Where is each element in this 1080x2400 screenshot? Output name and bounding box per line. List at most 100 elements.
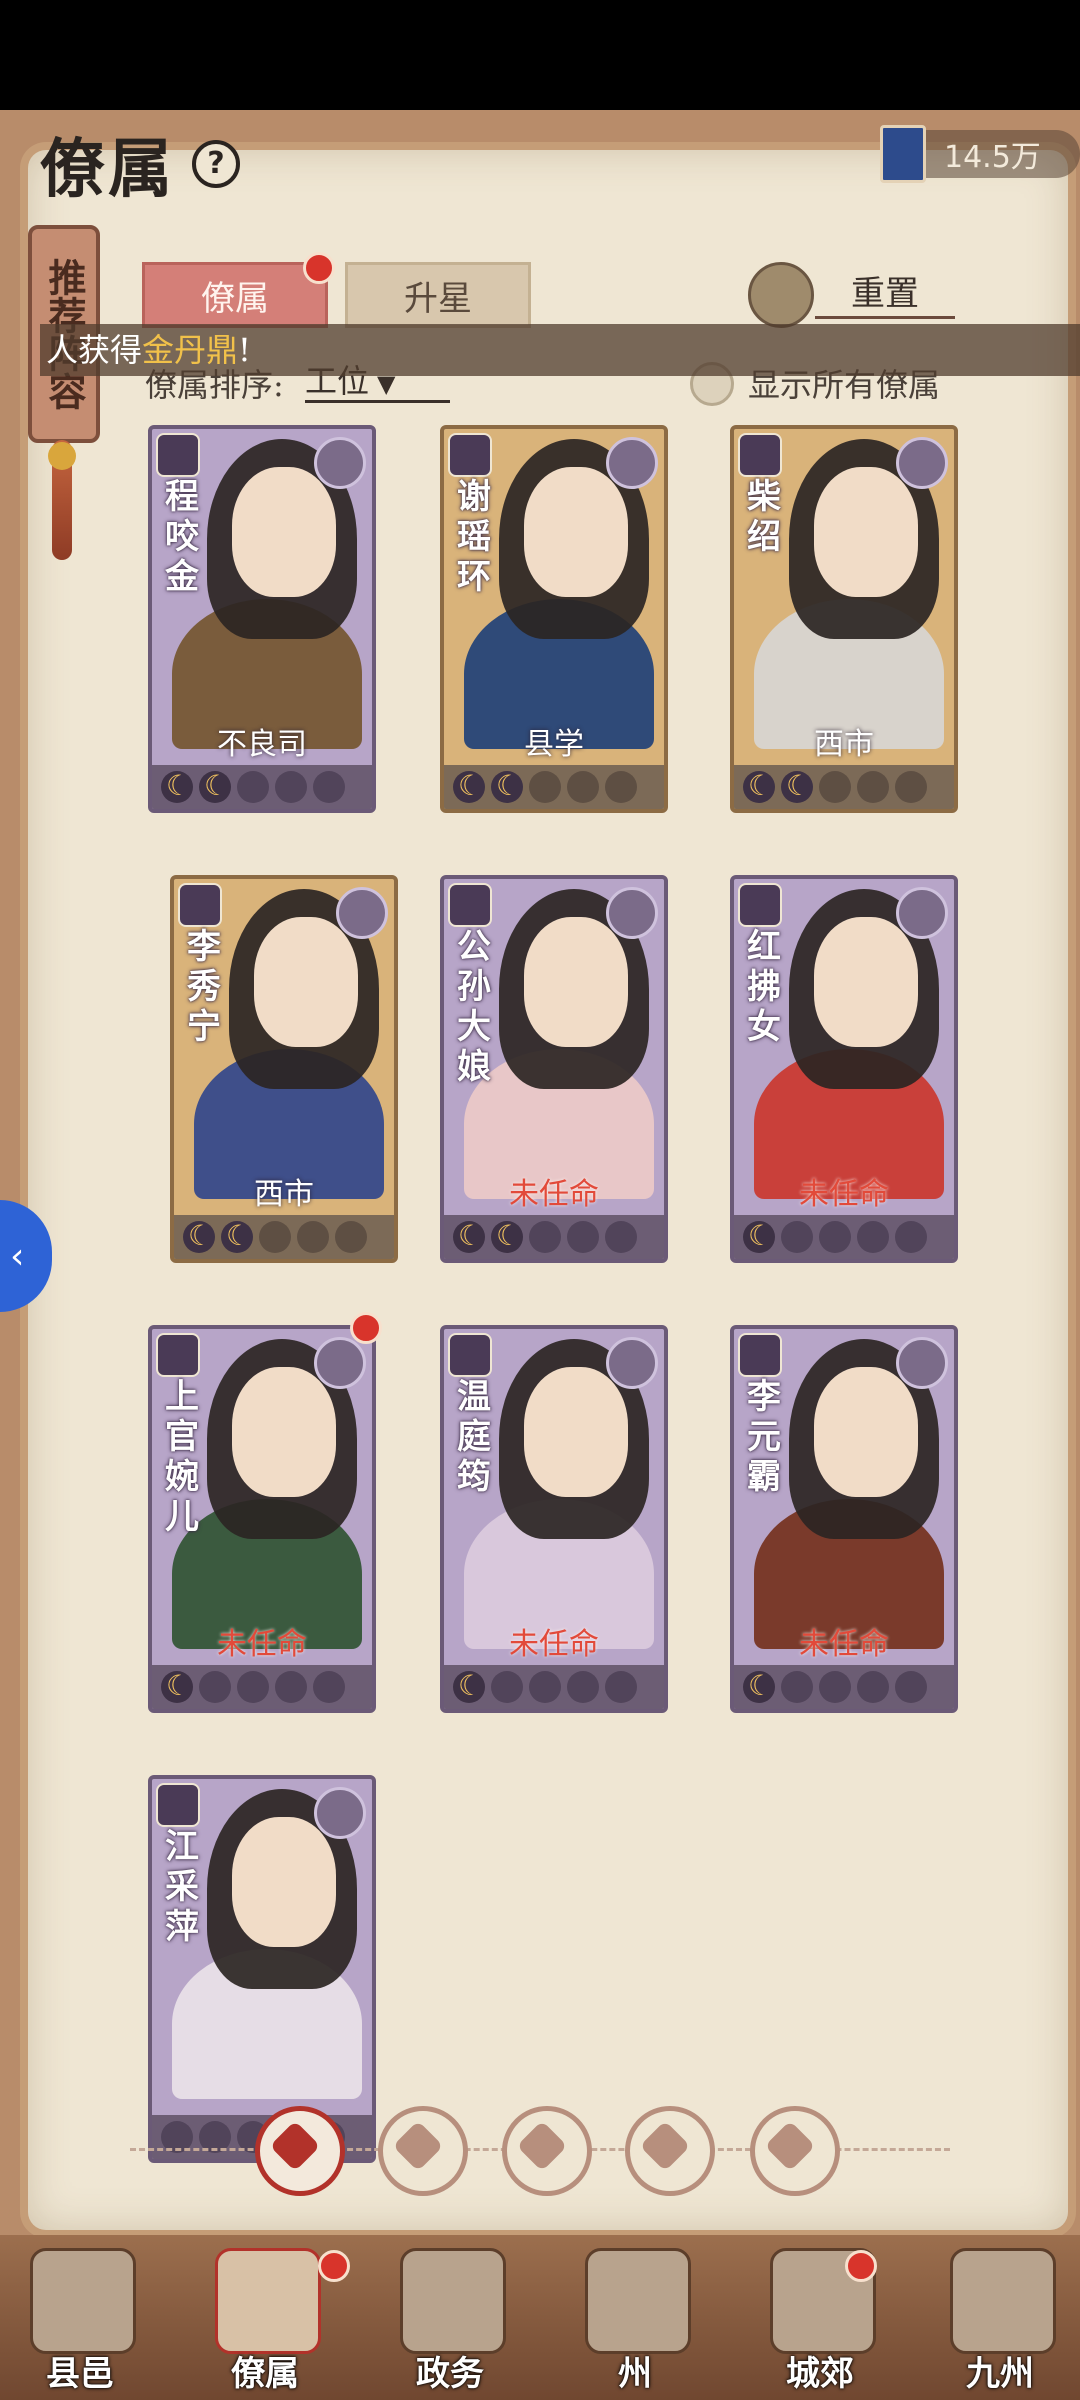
moon-star-empty-icon	[237, 771, 269, 803]
tab-subordinates[interactable]: 僚属	[142, 262, 328, 328]
character-name: 公孙大娘	[457, 927, 491, 1087]
portrait-face	[524, 917, 628, 1047]
notification-dot	[350, 1312, 382, 1344]
subordinate-card[interactable]: 谢瑶环 县学	[440, 425, 668, 813]
portrait-face	[232, 1817, 336, 1947]
role-emblem-icon	[336, 887, 388, 939]
subordinate-card[interactable]: 温庭筠 未任命	[440, 1325, 668, 1713]
assignment-status: 未任命	[799, 1177, 889, 1212]
moon-star-empty-icon	[567, 1221, 599, 1253]
subordinate-card[interactable]: 公孙大娘 未任命	[440, 875, 668, 1263]
star-rating	[734, 1665, 954, 1709]
star-rating	[444, 765, 664, 809]
moon-star-empty-icon	[567, 771, 599, 803]
diamond-icon	[269, 2120, 321, 2172]
nav-county[interactable]: 县邑	[5, 2248, 155, 2398]
filter-helmet-button[interactable]	[378, 2106, 468, 2196]
moon-star-filled-icon	[743, 1219, 775, 1253]
portrait-face	[232, 467, 336, 597]
notice-prefix: 人获得	[46, 331, 143, 369]
filter-gourd-button[interactable]	[502, 2106, 592, 2196]
moon-star-empty-icon	[199, 1671, 231, 1703]
broadcast-notice: 人获得金丹鼎!	[40, 324, 1080, 376]
character-name: 柴绍	[747, 477, 781, 557]
documents-icon	[400, 2248, 506, 2354]
nav-affairs[interactable]: 政务	[375, 2248, 525, 2398]
currency-amount: 14.5万	[944, 140, 1041, 175]
reset-icon[interactable]	[748, 262, 814, 328]
nav-nine-provinces[interactable]: 九州	[925, 2248, 1075, 2398]
moon-star-empty-icon	[529, 1671, 561, 1703]
subordinate-card[interactable]: 柴绍 西市	[730, 425, 958, 813]
role-emblem-icon	[314, 1787, 366, 1839]
moon-star-empty-icon	[529, 771, 561, 803]
notification-dot	[845, 2250, 877, 2282]
cloud-icon	[764, 2120, 816, 2172]
nav-county-label: 县邑	[46, 2354, 114, 2394]
subordinate-card[interactable]: 程咬金 不良司	[148, 425, 376, 813]
moon-star-filled-icon	[221, 1219, 253, 1253]
subordinate-card[interactable]: 红拂女 未任命	[730, 875, 958, 1263]
portrait-face	[254, 917, 358, 1047]
status-bar-area	[0, 0, 1080, 110]
moon-star-empty-icon	[895, 1671, 927, 1703]
subordinate-card[interactable]: 李秀宁 西市	[170, 875, 398, 1263]
moon-star-filled-icon	[743, 1669, 775, 1703]
star-rating	[444, 1215, 664, 1259]
county-gate-icon	[30, 2248, 136, 2354]
tassel-bead-decoration	[48, 442, 76, 470]
moon-star-empty-icon	[819, 771, 851, 803]
moon-star-filled-icon	[161, 1669, 193, 1703]
moon-star-filled-icon	[491, 1219, 523, 1253]
help-button[interactable]: ?	[192, 140, 240, 188]
filter-cloud-button[interactable]	[750, 2106, 840, 2196]
fan-icon	[639, 2120, 691, 2172]
bottom-navigation	[0, 2235, 1080, 2400]
star-rating	[734, 765, 954, 809]
tab-subordinates-label: 僚属	[201, 278, 269, 319]
role-emblem-icon	[606, 1337, 658, 1389]
character-name: 上官婉儿	[165, 1377, 199, 1537]
assignment-status: 不良司	[217, 727, 307, 762]
nav-nine-provinces-label: 九州	[966, 2354, 1034, 2394]
class-badge-icon	[156, 1333, 200, 1377]
moon-star-empty-icon	[335, 1221, 367, 1253]
currency-display: 14.5万	[880, 125, 1041, 183]
moon-star-empty-icon	[297, 1221, 329, 1253]
map-scroll-icon	[950, 2248, 1056, 2354]
moon-star-filled-icon	[199, 769, 231, 803]
subordinate-card[interactable]: 李元霸 未任命	[730, 1325, 958, 1713]
gourd-icon	[516, 2120, 568, 2172]
moon-star-filled-icon	[491, 769, 523, 803]
subordinate-card[interactable]: 上官婉儿 未任命	[148, 1325, 376, 1713]
filter-fan-button[interactable]	[625, 2106, 715, 2196]
tab-star-upgrade[interactable]: 升星	[345, 262, 531, 328]
portrait-face	[232, 1367, 336, 1497]
filter-all-button[interactable]	[255, 2106, 345, 2196]
moon-star-empty-icon	[275, 771, 307, 803]
page-title: 僚属	[40, 132, 176, 207]
nav-prefecture[interactable]: 州	[560, 2248, 710, 2398]
notice-suffix: !	[238, 331, 251, 369]
nav-subordinates[interactable]: 僚属	[190, 2248, 340, 2398]
moon-star-empty-icon	[857, 1221, 889, 1253]
role-emblem-icon	[314, 437, 366, 489]
moon-star-empty-icon	[895, 1221, 927, 1253]
moon-star-filled-icon	[743, 769, 775, 803]
filter-row	[130, 2100, 950, 2200]
moon-star-filled-icon	[183, 1219, 215, 1253]
moon-star-empty-icon	[819, 1671, 851, 1703]
notification-dot	[303, 252, 335, 284]
moon-star-empty-icon	[275, 1671, 307, 1703]
moon-star-empty-icon	[313, 771, 345, 803]
mountain-city-icon	[585, 2248, 691, 2354]
role-emblem-icon	[896, 437, 948, 489]
moon-star-empty-icon	[819, 1221, 851, 1253]
character-name: 李元霸	[747, 1377, 781, 1497]
moon-star-empty-icon	[895, 771, 927, 803]
moon-star-empty-icon	[857, 771, 889, 803]
class-badge-icon	[738, 1333, 782, 1377]
moon-star-empty-icon	[491, 1671, 523, 1703]
reset-button[interactable]: 重置	[815, 266, 955, 319]
class-badge-icon	[156, 433, 200, 477]
